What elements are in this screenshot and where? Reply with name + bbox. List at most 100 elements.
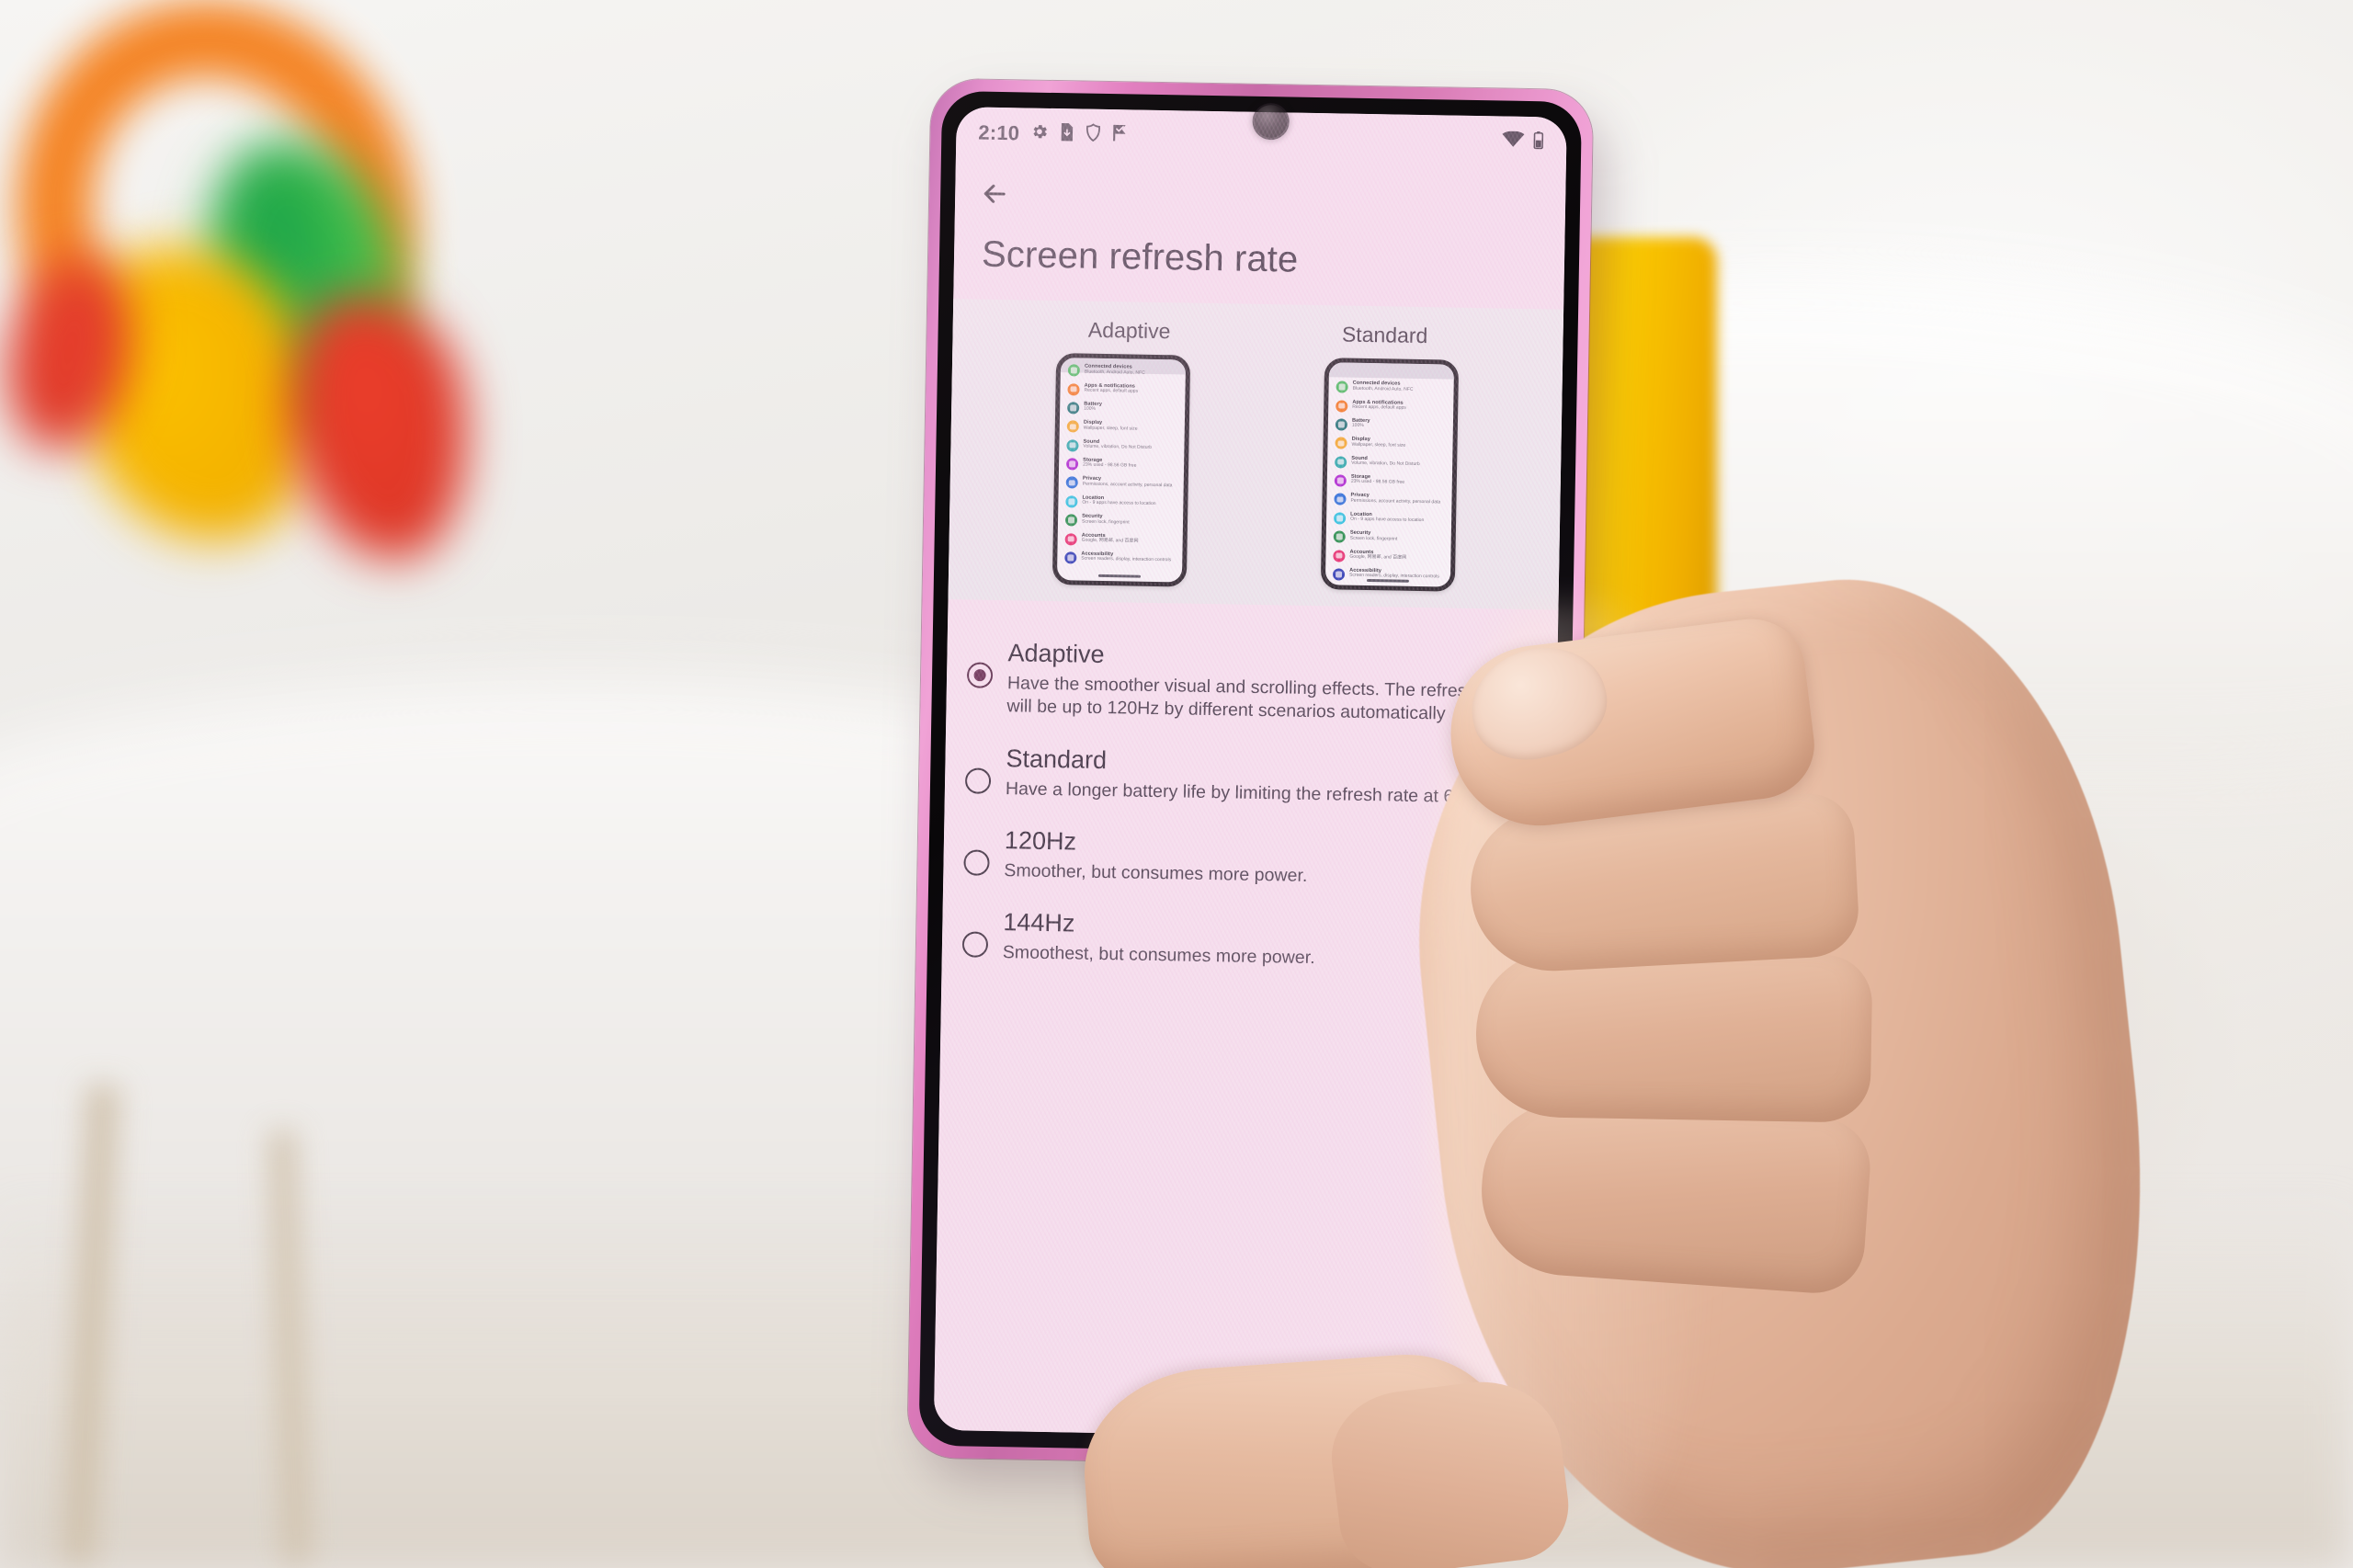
preview-settings-row: Security Screen lock, fingerprint [1332,527,1446,548]
back-arrow-icon[interactable] [979,178,1011,210]
preview-settings-icon [1065,476,1078,489]
radio-button[interactable] [963,849,990,876]
preview-settings-row: Storage 23% used - 98.56 GB free [1333,471,1447,492]
preview-settings-icon [1335,437,1347,449]
gear-icon [1029,121,1049,146]
preview-settings-row: Connected devices Bluetooth, Android Auto… [1334,377,1448,398]
preview-settings-text: Location On - 9 apps have access to locat… [1082,494,1155,507]
preview-settings-subtitle: Bluetooth, Android Auto, NFC [1084,369,1145,376]
preview-settings-row: Sound Volume, vibration, Do Not Disturb [1333,452,1447,473]
battery-icon [1532,131,1544,155]
preview-settings-icon [1067,382,1080,396]
preview-settings-list: Connected devices Bluetooth, Android Auto… [1057,360,1186,568]
preview-settings-subtitle: 23% used - 98.56 GB free [1083,462,1137,470]
preview-settings-subtitle: Wallpaper, sleep, font size [1083,425,1138,432]
preview-settings-subtitle: On - 9 apps have access to location [1350,516,1425,524]
radio-button[interactable] [964,767,992,794]
preview-settings-icon [1064,551,1077,564]
preview-settings-row: Battery 100% [1065,398,1179,419]
preview-settings-subtitle: Google, 网易邮, and 百度网 [1349,553,1407,561]
preview-settings-text: Connected devices Bluetooth, Android Auto… [1085,364,1145,376]
preview-settings-list: Connected devices Bluetooth, Android Auto… [1325,377,1454,585]
status-bar-clock: 2:10 [978,120,1020,145]
finger-ring [1474,949,1873,1123]
preview-settings-text: Sound Volume, vibration, Do Not Disturb [1351,455,1420,467]
preview-settings-row: Location On - 9 apps have access to locat… [1063,492,1177,513]
preview-settings-row: Apps & notifications Recent apps, default… [1065,380,1179,401]
preview-settings-subtitle: Recent apps, default apps [1352,403,1406,411]
preview-settings-icon [1065,495,1078,508]
preview-settings-icon [1066,458,1079,471]
preview-settings-row: Privacy Permissions, account activity, pe… [1332,490,1446,511]
preview-settings-subtitle: Volume, vibration, Do Not Disturb [1351,460,1420,468]
preview-settings-icon [1335,418,1348,431]
preview-settings-text: Security Screen lock, fingerprint [1082,514,1130,526]
shield-icon [1085,122,1101,147]
preview-settings-subtitle: Permissions, account activity, personal … [1082,481,1173,489]
preview-settings-row: Location On - 9 apps have access to locat… [1332,508,1446,529]
preview-settings-text: Sound Volume, vibration, Do Not Disturb [1083,438,1152,450]
photo-scene: 2:10 Screen refresh rate Adaptive Standa… [0,0,2353,1568]
preview-tab-standard: Standard [1341,322,1428,348]
preview-settings-subtitle: Volume, vibration, Do Not Disturb [1083,443,1153,451]
preview-settings-row: Accounts Google, 网易邮, and 百度网 [1063,529,1177,551]
radio-button[interactable] [961,931,989,959]
preview-settings-icon [1333,530,1346,543]
preview-settings-row: Connected devices Bluetooth, Android Auto… [1066,360,1180,381]
preview-settings-text: Apps & notifications Recent apps, default… [1084,382,1138,394]
preview-settings-subtitle: 100% [1084,405,1097,413]
preview-settings-text: Privacy Permissions, account activity, pe… [1083,476,1173,489]
preview-settings-subtitle: 100% [1351,423,1364,429]
preview-settings-row: Sound Volume, vibration, Do Not Disturb [1064,436,1178,457]
radio-button-selected[interactable] [966,662,994,688]
preview-settings-icon [1332,568,1346,581]
preview-settings-icon [1066,438,1079,452]
preview-settings-row: Accounts Google, 网易邮, and 百度网 [1331,546,1445,567]
preview-settings-subtitle: Screen readers, display, interaction con… [1081,555,1172,563]
preview-settings-text: Display Wallpaper, sleep, font size [1351,437,1405,449]
preview-settings-subtitle: Permissions, account activity, personal … [1350,497,1441,506]
preview-settings-icon [1334,512,1347,525]
flag-check-icon [1111,123,1128,148]
status-bar-left: 2:10 [978,120,1128,148]
preview-settings-text: Accessibility Screen readers, display, in… [1081,551,1171,564]
preview-settings-text: Display Wallpaper, sleep, font size [1084,420,1138,432]
preview-settings-text: Security Screen lock, fingerprint [1350,530,1398,542]
preview-settings-text: Battery 100% [1352,418,1370,430]
finger-pinky [1475,1095,1874,1297]
wifi-icon [1502,131,1525,153]
preview-phone-standard: Connected devices Bluetooth, Android Auto… [1320,358,1460,592]
preview-settings-subtitle: Google, 网易邮, and 百度网 [1081,537,1139,544]
preview-settings-row: Security Screen lock, fingerprint [1063,510,1177,531]
preview-settings-icon [1333,549,1346,562]
preview-settings-text: Location On - 9 apps have access to locat… [1350,511,1424,524]
status-bar-right [1502,130,1544,155]
preview-settings-subtitle: Screen lock, fingerprint [1349,535,1398,542]
page-title: Screen refresh rate [981,233,1299,280]
preview-settings-icon [1334,493,1347,506]
app-bar [955,158,1566,239]
preview-settings-row: Apps & notifications Recent apps, default… [1334,396,1448,417]
preview-settings-icon [1066,420,1079,433]
preview-settings-icon [1064,514,1078,527]
preview-gesture-bar [1097,574,1142,578]
preview-settings-subtitle: Bluetooth, Android Auto, NFC [1352,385,1414,392]
preview-settings-icon [1067,402,1080,415]
preview-settings-text: Connected devices Bluetooth, Android Auto… [1353,381,1414,392]
preview-settings-icon [1067,364,1081,377]
preview-phone-adaptive: Connected devices Bluetooth, Android Auto… [1051,353,1191,587]
preview-settings-text: Accounts Google, 网易邮, and 百度网 [1349,549,1406,561]
preview-settings-subtitle: On - 9 apps have access to location [1082,499,1156,507]
preview-settings-text: Privacy Permissions, account activity, pe… [1350,493,1440,506]
preview-settings-text: Storage 23% used - 98.56 GB free [1351,474,1405,486]
preview-settings-row: Display Wallpaper, sleep, font size [1333,433,1447,454]
preview-settings-subtitle: Wallpaper, sleep, font size [1351,441,1406,449]
preview-settings-text: Battery 100% [1084,402,1102,414]
preview-settings-icon [1336,399,1348,413]
preview-settings-row: Privacy Permissions, account activity, pe… [1064,472,1178,494]
preview-settings-subtitle: Recent apps, default apps [1084,387,1139,394]
preview-settings-icon [1335,456,1347,469]
preview-settings-icon [1336,381,1348,393]
preview-settings-row: Battery 100% [1334,415,1448,436]
preview-tab-adaptive: Adaptive [1087,317,1171,344]
